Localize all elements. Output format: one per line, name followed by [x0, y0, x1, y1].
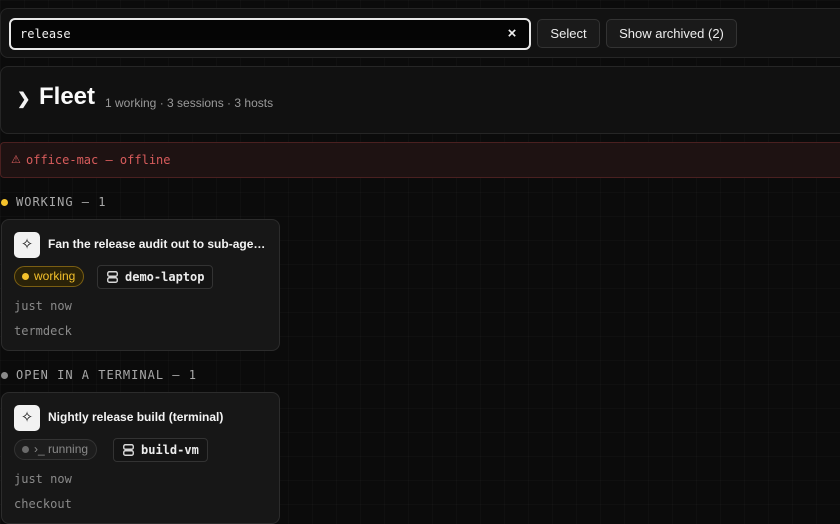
status-dot [1, 199, 8, 206]
session-time: just now [14, 299, 72, 313]
session-card[interactable]: ✧ Fan the release audit out to sub-agent… [1, 219, 280, 351]
server-icon [107, 271, 118, 283]
session-time: just now [14, 472, 72, 486]
search-box: × [9, 18, 531, 50]
session-title: Fan the release audit out to sub-agents [48, 237, 270, 251]
server-icon [123, 444, 134, 456]
host-name: build-vm [141, 443, 199, 457]
section-label: OPEN IN A TERMINAL — 1 [16, 368, 197, 382]
search-input[interactable] [20, 25, 490, 43]
status-label: ›_ running [34, 442, 89, 456]
select-button[interactable]: Select [537, 19, 600, 48]
show-archived-button[interactable]: Show archived (2) [606, 19, 737, 48]
offline-alert: ⚠ office-mac — offline [0, 142, 840, 178]
status-badge: ›_ running [14, 439, 98, 460]
session-project: termdeck [14, 324, 72, 338]
section-label: WORKING — 1 [16, 195, 107, 209]
session-card[interactable]: ✧ Nightly release build (terminal) ›_ ru… [1, 392, 280, 524]
session-project: checkout [14, 497, 72, 511]
status-badge: working [14, 266, 85, 287]
sparkle-icon: ✧ [14, 405, 40, 431]
warning-icon: ⚠ [11, 154, 21, 166]
fleet-header[interactable]: ❯ Fleet 1 working · 3 sessions · 3 hosts [0, 66, 840, 134]
fleet-summary: 1 working · 3 sessions · 3 hosts [105, 96, 274, 110]
alert-text: office-mac — offline [26, 153, 171, 167]
toolbar: × Select Show archived (2) [0, 8, 840, 58]
host-badge[interactable]: build-vm [113, 438, 208, 462]
status-dot [22, 446, 29, 453]
status-dot [1, 372, 8, 379]
sparkle-icon: ✧ [14, 232, 40, 258]
host-name: demo-laptop [125, 270, 205, 284]
session-title: Nightly release build (terminal) [48, 410, 224, 424]
status-dot [22, 273, 29, 280]
page-title: Fleet [39, 83, 96, 110]
clear-search-icon[interactable]: × [503, 23, 521, 45]
chevron-right-icon[interactable]: ❯ [17, 89, 30, 109]
host-badge[interactable]: demo-laptop [97, 265, 214, 289]
status-label: working [34, 269, 76, 283]
